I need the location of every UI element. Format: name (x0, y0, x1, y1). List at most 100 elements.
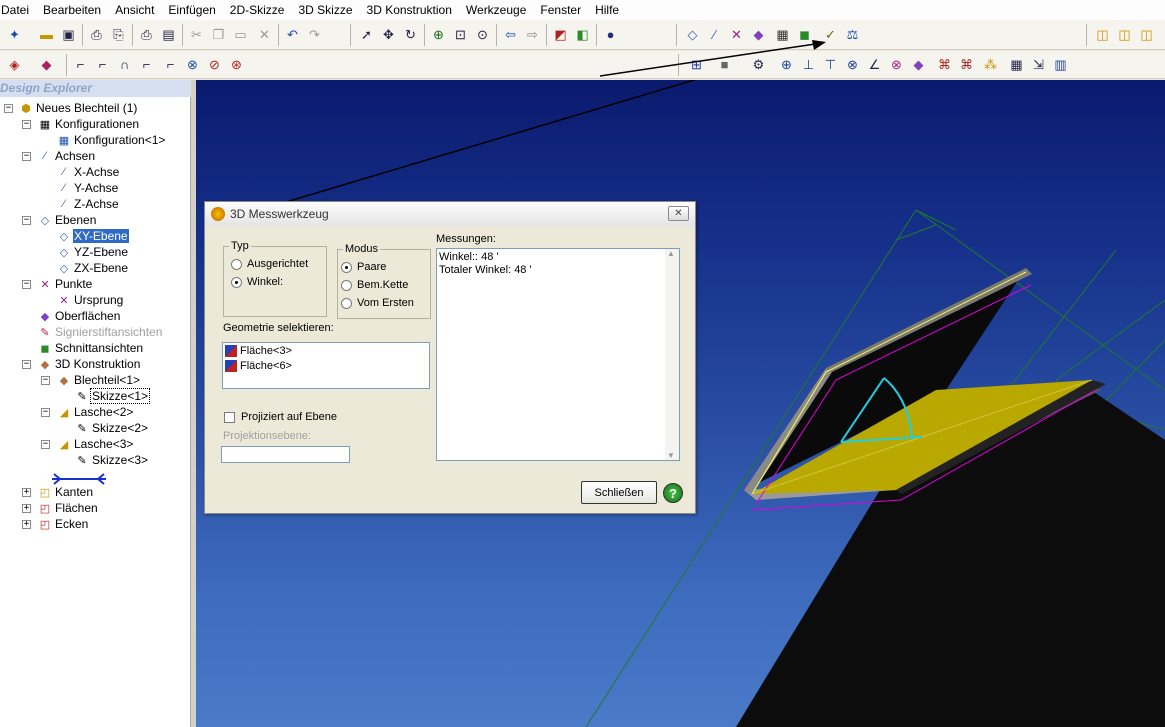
tree-node-y-achse[interactable]: ⁄ Y-Achse (56, 180, 119, 196)
insert-icon[interactable]: ◆ (910, 56, 927, 73)
radio-ausgerichtet[interactable]: Ausgerichtet (231, 258, 308, 270)
back-icon[interactable]: ⇦ (502, 26, 519, 43)
geometrie-list[interactable]: Fläche<3> Fläche<6> (222, 342, 430, 389)
relief-icon[interactable]: ⊘ (206, 56, 223, 73)
flange-edge-icon[interactable]: ⌐ (94, 56, 111, 73)
scroll-up-icon[interactable]: ▲ (667, 249, 675, 258)
properties-icon[interactable]: ▤ (160, 26, 177, 43)
delete-icon[interactable]: ✕ (256, 26, 273, 43)
tree-node-schnittansichten[interactable]: ◼ Schnittansichten (37, 340, 144, 356)
tree-node-kanten[interactable]: ◰ Kanten (37, 484, 94, 500)
menu-ansicht[interactable]: Ansicht (114, 3, 161, 17)
tree-node-ebenen[interactable]: ◇ Ebenen (37, 212, 97, 228)
tree-expand-toggle[interactable]: + (22, 504, 31, 513)
sheet-metal-icon[interactable]: ◈ (6, 56, 23, 73)
tree-node-lasche3[interactable]: ◢ Lasche<3> (56, 436, 134, 452)
tree-node-ecken[interactable]: ◰ Ecken (37, 516, 89, 532)
view-top-icon[interactable]: ◫ (1138, 26, 1155, 43)
unfix-icon[interactable]: ⌘ (958, 56, 975, 73)
menu-datei[interactable]: Datei (0, 3, 36, 17)
hem-icon[interactable]: ∩ (116, 56, 133, 73)
tree-node-ursprung[interactable]: ✕ Ursprung (56, 292, 124, 308)
shading-icon[interactable]: ◧ (574, 26, 591, 43)
section-view-icon[interactable]: ◩ (552, 26, 569, 43)
zoom-fit-icon[interactable]: ⊙ (474, 26, 491, 43)
menu-werkzeuge[interactable]: Werkzeuge (465, 3, 533, 17)
forward-icon[interactable]: ⇨ (524, 26, 541, 43)
close-icon[interactable]: ✕ (668, 206, 689, 221)
menu-3d-skizze[interactable]: 3D Skizze (297, 3, 359, 17)
menu-3d-konstruktion[interactable]: 3D Konstruktion (366, 3, 459, 17)
tree-node-konfigurationen[interactable]: ▦ Konfigurationen (37, 116, 140, 132)
redo-icon[interactable]: ↷ (306, 26, 323, 43)
undo-icon[interactable]: ↶ (284, 26, 301, 43)
tree-node-3d-konstruktion[interactable]: ◆ 3D Konstruktion (37, 356, 141, 372)
bend-icon[interactable]: ◆ (38, 56, 55, 73)
tree-node-x-achse[interactable]: ⁄ X-Achse (56, 164, 120, 180)
tree-node-lasche2[interactable]: ◢ Lasche<2> (56, 404, 134, 420)
messungen-list[interactable]: Winkel:: 48 ' Totaler Winkel: 48 ' ▲ ▼ (436, 248, 680, 461)
tree-node-achsen[interactable]: ⁄ Achsen (37, 148, 96, 164)
radio-bem-kette[interactable]: Bem.Kette (341, 279, 408, 291)
pan-icon[interactable]: ✥ (380, 26, 397, 43)
paste-icon[interactable]: ▭ (232, 26, 249, 43)
tree-node-skizze2[interactable]: ✎ Skizze<2> (74, 420, 149, 436)
grid-icon[interactable]: ▦ (1008, 56, 1025, 73)
jog-icon[interactable]: ⌐ (138, 56, 155, 73)
angle-icon[interactable]: ∠ (866, 56, 883, 73)
open-icon[interactable]: ▬ (38, 26, 55, 43)
print-preview-icon[interactable]: ⎙ (88, 26, 105, 43)
close-button[interactable]: Schließen (581, 481, 657, 504)
copy-icon[interactable]: ❐ (210, 26, 227, 43)
dialog-titlebar[interactable]: 3D Messwerkzeug ✕ (205, 202, 695, 226)
tree-node-skizze1[interactable]: ✎ Skizze<1> (74, 388, 151, 404)
menu-bearbeiten[interactable]: Bearbeiten (42, 3, 108, 17)
projektionsebene-field[interactable] (221, 446, 350, 463)
reference-icon[interactable]: ⇲ (1030, 56, 1047, 73)
tree-node-flaechen[interactable]: ◰ Flächen (37, 500, 99, 516)
cut-icon[interactable]: ✂ (188, 26, 205, 43)
radio-winkel[interactable]: Winkel: (231, 276, 283, 288)
menu-einfuegen[interactable]: Einfügen (167, 3, 222, 17)
tree-node-z-achse[interactable]: ⁄ Z-Achse (56, 196, 120, 212)
mass-properties-icon[interactable]: ⚖ (844, 26, 861, 43)
close-corner-icon[interactable]: ⊗ (184, 56, 201, 73)
tree-collapse-toggle[interactable]: − (41, 376, 50, 385)
menu-2d-skizze[interactable]: 2D-Skizze (229, 3, 292, 17)
tree-node-signierstiftansichten[interactable]: ✎ Signierstiftansichten (37, 324, 163, 340)
tree-node-oberflaechen[interactable]: ◆ Oberflächen (37, 308, 121, 324)
tree-collapse-toggle[interactable]: − (22, 120, 31, 129)
tree-node-punkte[interactable]: ✕ Punkte (37, 276, 93, 292)
radio-paare[interactable]: Paare (341, 261, 386, 273)
rotate-icon[interactable]: ↻ (402, 26, 419, 43)
print-icon[interactable]: ⎙ (138, 26, 155, 43)
print-setup-icon[interactable]: ⎘ (110, 26, 127, 43)
flange-icon[interactable]: ⌐ (72, 56, 89, 73)
tree-expand-toggle[interactable]: + (22, 520, 31, 529)
fix-icon[interactable]: ⌘ (936, 56, 953, 73)
tree-collapse-toggle[interactable]: − (41, 408, 50, 417)
help-icon[interactable]: ? (663, 483, 683, 503)
tree-node-xy-ebene[interactable]: ◇ XY-Ebene (56, 228, 129, 244)
radio-vom-ersten[interactable]: Vom Ersten (341, 297, 414, 309)
tree-node-yz-ebene[interactable]: ◇ YZ-Ebene (56, 244, 129, 260)
tree-node-zx-ebene[interactable]: ◇ ZX-Ebene (56, 260, 129, 276)
tree-collapse-toggle[interactable]: − (22, 216, 31, 225)
tree-node-blechteil1[interactable]: ◆ Blechteil<1> (56, 372, 141, 388)
tree-collapse-toggle[interactable]: − (22, 360, 31, 369)
tree-collapse-toggle[interactable]: − (22, 280, 31, 289)
offset-icon[interactable]: ⊗ (844, 56, 861, 73)
view-iso-icon[interactable]: ◫ (1094, 26, 1111, 43)
save-icon[interactable]: ▣ (60, 26, 77, 43)
menu-hilfe[interactable]: Hilfe (594, 3, 626, 17)
menu-fenster[interactable]: Fenster (539, 3, 588, 17)
corner-icon[interactable]: ⌐ (162, 56, 179, 73)
new-icon[interactable]: ✦ (6, 26, 23, 43)
projiziert-checkbox[interactable]: Projiziert auf Ebene (224, 411, 337, 423)
scrollbar[interactable]: ▲ ▼ (665, 249, 679, 460)
zoom-window-icon[interactable]: ⊡ (452, 26, 469, 43)
scroll-down-icon[interactable]: ▼ (667, 451, 675, 460)
zoom-in-icon[interactable]: ⊕ (430, 26, 447, 43)
tree-collapse-toggle[interactable]: − (22, 152, 31, 161)
tree-collapse-toggle[interactable]: − (41, 440, 50, 449)
